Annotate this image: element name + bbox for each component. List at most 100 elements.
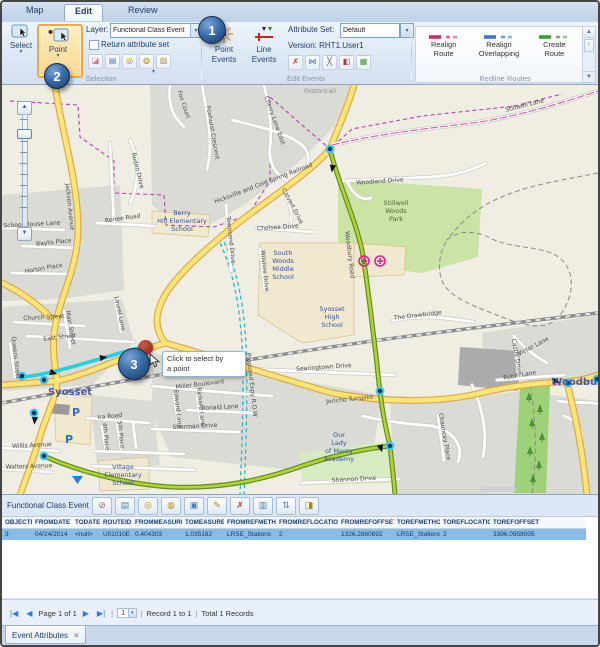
grid-cell[interactable]: 2: [276, 529, 338, 540]
grid-header-cell[interactable]: FROMMEASURE: [132, 517, 182, 529]
retire-event-icon[interactable]: ◧: [339, 55, 354, 70]
split-event-icon[interactable]: ✗: [288, 55, 303, 70]
map-zoom-slider[interactable]: ▲ ▼: [16, 101, 32, 239]
point-select-button[interactable]: Point ▾: [42, 28, 74, 59]
grid-cell[interactable]: 04/24/2014: [32, 529, 72, 540]
grid-cell[interactable]: 2: [440, 529, 490, 540]
map-horizontal-scrollbar-thumb[interactable]: [480, 487, 516, 492]
grid-cell[interactable]: U01010E: [100, 529, 132, 540]
select-button[interactable]: Select ▾: [6, 24, 36, 55]
grid-header-cell[interactable]: TOREFLOCATION: [440, 517, 490, 529]
last-page-button[interactable]: ▶|: [95, 608, 107, 619]
map-label: High: [325, 313, 340, 321]
switch-table-icon[interactable]: ▤: [115, 497, 135, 515]
scrollbar-thumb[interactable]: ≡: [584, 39, 594, 52]
grid-cell[interactable]: <null>: [72, 529, 100, 540]
close-tab-icon[interactable]: ×: [74, 631, 79, 640]
map-viewport[interactable]: SyossetWoodbury(historical)BerryHill Ele…: [2, 84, 598, 495]
page-number-caret[interactable]: ▾: [128, 609, 136, 617]
map-label: School: [171, 225, 193, 233]
grid-header-cell[interactable]: FROMREFMETHOD: [224, 517, 276, 529]
zoom-in-button[interactable]: ▲: [17, 101, 32, 115]
grid-cell[interactable]: 0.404303: [132, 529, 182, 540]
map-label: Our: [333, 431, 345, 439]
select-tool-icon: [11, 24, 31, 40]
map-label: P: [72, 406, 80, 419]
copy-event-icon[interactable]: ▥: [253, 497, 273, 515]
grid-header-cell[interactable]: FROMREFOFFSET: [338, 517, 394, 529]
map-label: Woodbury: [551, 377, 598, 388]
grid-cell[interactable]: LRSE_Stations: [224, 529, 276, 540]
map-label: Stillwell: [383, 199, 408, 207]
attribute-set-combobox[interactable]: Default: [340, 23, 400, 38]
grid-cell[interactable]: 1.035182: [182, 529, 224, 540]
grid-header-cell[interactable]: OBJECTID: [2, 517, 32, 529]
grid-selected-row[interactable]: 304/24/2014<null>U01010E0.4043031.035182…: [2, 529, 596, 540]
merge-event-icon[interactable]: ⋈: [305, 55, 320, 70]
attribute-set-icon[interactable]: ◨: [299, 497, 319, 515]
event-grid: OBJECTIDFROMDATETODATEROUTEIDFROMMEASURE…: [2, 516, 598, 598]
reselect-icon[interactable]: ◍: [139, 54, 154, 69]
trim-event-icon[interactable]: ╳: [322, 55, 337, 70]
point-dropdown-caret[interactable]: ▾: [56, 54, 59, 59]
selection-list-icon[interactable]: ▤: [105, 54, 120, 69]
callout-1: 1: [198, 16, 226, 44]
clear-selected-icon[interactable]: ◪: [88, 54, 103, 69]
map-label: South: [274, 249, 293, 257]
selection-options-icon[interactable]: ▨: [156, 54, 171, 69]
scroll-up-icon[interactable]: ▲: [583, 27, 595, 38]
edit-events-mini-toolbar: ✗⋈╳◧▦: [288, 55, 371, 70]
layer-combobox[interactable]: Functional Class Event ▾: [110, 23, 202, 38]
select-by-attributes-icon[interactable]: ◎: [122, 54, 137, 69]
line-events-button[interactable]: Line Events: [247, 24, 281, 64]
select-dropdown-caret[interactable]: ▾: [19, 50, 22, 55]
grid-header-cell[interactable]: FROMDATE: [32, 517, 72, 529]
map-label: Park: [389, 215, 403, 223]
tab-map[interactable]: Map: [16, 4, 54, 20]
page-label: Page 1 of 1: [38, 609, 76, 618]
grid-header-cell[interactable]: TOMEASURE: [182, 517, 224, 529]
return-attribute-set-checkbox[interactable]: [89, 40, 99, 50]
map-label: (historical): [304, 88, 336, 95]
pan-to-event-icon[interactable]: ◍: [161, 497, 181, 515]
mouse-cursor-icon: [149, 353, 160, 368]
total-records-label: Total 1 Records: [201, 609, 253, 618]
edit-attributes-icon[interactable]: ✎: [207, 497, 227, 515]
ribbon-tab-strip: Map Edit Review: [2, 2, 598, 23]
grid-header-cell[interactable]: TOREFMETHOD: [394, 517, 440, 529]
line-events-label-2: Events: [252, 55, 276, 64]
grid-cell[interactable]: 3396.0958005: [490, 529, 586, 540]
pager-separator: |: [196, 609, 198, 618]
map-label: Hill Elementary: [157, 217, 207, 225]
map-canvas[interactable]: SyossetWoodbury(historical)BerryHill Ele…: [2, 85, 598, 495]
grid-header-cell[interactable]: FROMREFLOCATION: [276, 517, 338, 529]
map-tooltip: Click to select by a point: [162, 351, 246, 377]
sort-records-icon[interactable]: ⇅: [276, 497, 296, 515]
zoom-to-event-icon[interactable]: ◎: [138, 497, 158, 515]
line-events-label-1: Line: [256, 45, 271, 54]
redline-group-label: Redline Routes: [412, 74, 598, 83]
tab-edit[interactable]: Edit: [64, 4, 103, 21]
tab-event-attributes[interactable]: Event Attributes ×: [5, 626, 86, 644]
zoom-out-button[interactable]: ▼: [17, 227, 32, 241]
grid-cell[interactable]: 1326.2860892: [338, 529, 394, 540]
save-edits-icon[interactable]: ▣: [184, 497, 204, 515]
map-label: Woods: [272, 257, 294, 265]
grid-cell[interactable]: 3: [2, 529, 32, 540]
event-table-icon[interactable]: ▦: [356, 55, 371, 70]
zoom-handle[interactable]: [17, 129, 32, 139]
grid-cell[interactable]: LRSE_Stations: [394, 529, 440, 540]
clear-selection-icon[interactable]: ⊘: [92, 497, 112, 515]
first-page-button[interactable]: |◀: [8, 608, 20, 619]
delete-event-icon[interactable]: ✗: [230, 497, 250, 515]
prev-page-button[interactable]: ◀: [24, 608, 34, 619]
grid-header-cell[interactable]: TODATE: [72, 517, 100, 529]
grid-header-cell[interactable]: TOREFOFFSET: [490, 517, 586, 529]
tab-review[interactable]: Review: [118, 4, 168, 20]
edit-events-group-label: Edit Events: [202, 74, 410, 83]
grid-header-cell[interactable]: ROUTEID: [100, 517, 132, 529]
next-page-button[interactable]: ▶: [81, 608, 91, 619]
map-label: P: [65, 433, 73, 446]
page-number-combo[interactable]: 1 ▾: [117, 608, 136, 618]
pager-separator: |: [111, 609, 113, 618]
